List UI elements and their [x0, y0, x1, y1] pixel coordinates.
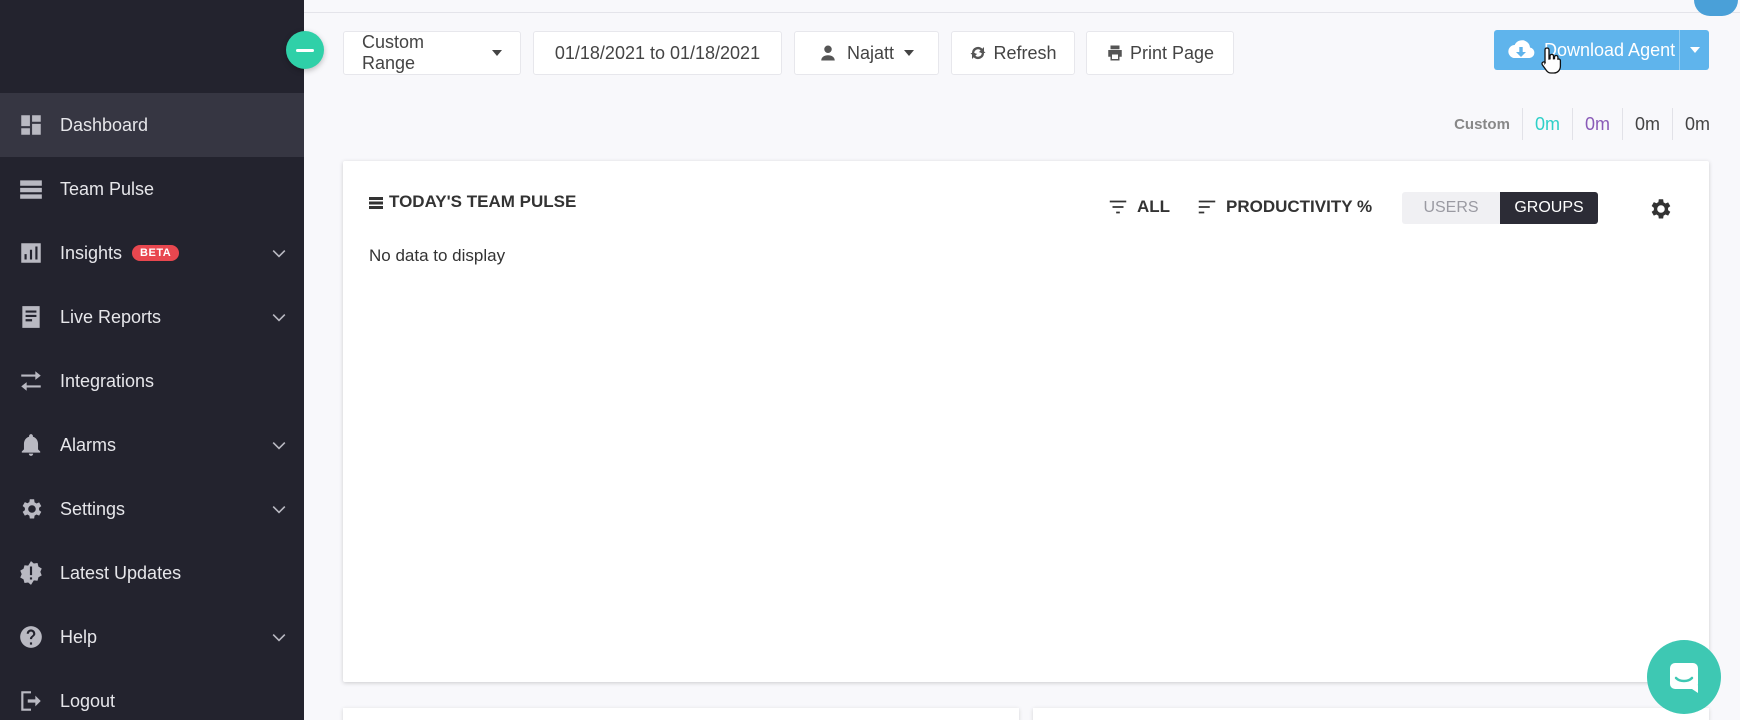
sort-icon	[1198, 200, 1216, 214]
team-pulse-title-text: TODAY'S TEAM PULSE	[389, 192, 577, 211]
sidebar-item-insights[interactable]: Insights BETA	[0, 221, 304, 285]
caret-down-icon	[1689, 47, 1700, 53]
range-label: Custom Range	[362, 32, 425, 73]
date-range-value: 01/18/2021 to 01/18/2021	[554, 42, 761, 63]
team-pulse-icon	[18, 176, 44, 202]
beta-badge: BETA	[132, 245, 180, 261]
time-summary: Custom 0m 0m 0m 0m	[1454, 108, 1722, 140]
time-summary-label: Custom	[1454, 115, 1510, 133]
user-icon	[819, 44, 837, 62]
empty-state-message: No data to display	[369, 246, 506, 265]
sidebar-item-label: Team Pulse	[60, 178, 155, 199]
refresh-button[interactable]: Refresh	[951, 31, 1075, 75]
caret-down-icon	[492, 50, 502, 56]
sidebar-logo-area	[0, 0, 304, 93]
chevron-down-icon[interactable]	[270, 436, 288, 454]
chevron-down-icon[interactable]	[270, 500, 288, 518]
sidebar-item-integrations[interactable]: Integrations	[0, 349, 304, 413]
sidebar-item-label: Live Reports	[60, 306, 162, 327]
printer-icon	[1106, 44, 1124, 62]
toggle-groups[interactable]: GROUPS	[1500, 192, 1598, 224]
sidebar-item-live-reports[interactable]: Live Reports	[0, 285, 304, 349]
time-value-productive: 0m	[1521, 108, 1572, 140]
help-icon	[18, 624, 44, 650]
sidebar-item-label: Logout	[60, 690, 116, 711]
user-label: Najatt	[846, 42, 895, 63]
bell-icon	[18, 432, 44, 458]
sidebar-item-label: Insights	[60, 242, 123, 263]
sidebar-item-help[interactable]: Help	[0, 605, 304, 669]
sidebar-item-label: Settings	[60, 498, 126, 519]
sort-productivity-control[interactable]: PRODUCTIVITY %	[1196, 195, 1372, 219]
print-label: Print Page	[1129, 42, 1215, 63]
sidebar-item-latest-updates[interactable]: Latest Updates	[0, 541, 304, 605]
users-groups-toggle: USERS GROUPS	[1402, 192, 1598, 224]
list-icon	[369, 195, 383, 209]
live-reports-icon	[18, 304, 44, 330]
sidebar: Dashboard Team Pulse Insights BETA Live …	[0, 0, 304, 720]
filter-all-label: ALL	[1137, 197, 1171, 216]
filter-all-control[interactable]: ALL	[1107, 195, 1170, 219]
cloud-download-icon	[1506, 38, 1536, 62]
insights-icon	[18, 240, 44, 266]
lower-card-right	[1033, 708, 1709, 720]
toggle-users[interactable]: USERS	[1402, 192, 1500, 224]
user-dropdown[interactable]: Najatt	[794, 31, 939, 75]
sidebar-item-dashboard[interactable]: Dashboard	[0, 93, 304, 157]
print-page-button[interactable]: Print Page	[1086, 31, 1234, 75]
lower-card-left	[343, 708, 1019, 720]
integrations-icon	[18, 368, 44, 394]
sidebar-collapse-button[interactable]	[286, 31, 324, 69]
sidebar-item-label: Alarms	[60, 434, 117, 455]
logout-icon	[18, 688, 44, 714]
sidebar-item-alarms[interactable]: Alarms	[0, 413, 304, 477]
hand-cursor-icon	[1541, 47, 1562, 74]
dashboard-icon	[18, 112, 44, 138]
minus-icon	[296, 48, 314, 52]
refresh-label: Refresh	[993, 42, 1057, 63]
chevron-down-icon[interactable]	[270, 308, 288, 326]
avatar[interactable]	[1694, 0, 1738, 16]
download-agent-button[interactable]: Download Agent	[1494, 30, 1709, 70]
refresh-icon	[969, 44, 987, 62]
sidebar-item-label: Help	[60, 626, 98, 647]
gear-icon[interactable]	[1647, 196, 1673, 222]
gear-icon	[18, 496, 44, 522]
range-dropdown[interactable]: Custom Range	[343, 31, 521, 75]
sidebar-item-label: Dashboard	[60, 114, 149, 135]
download-options-toggle[interactable]	[1679, 30, 1709, 70]
sidebar-item-logout[interactable]: Logout	[0, 669, 304, 720]
filter-icon	[1109, 200, 1127, 214]
sort-productivity-label: PRODUCTIVITY %	[1226, 197, 1373, 216]
chat-widget-button[interactable]	[1647, 640, 1721, 714]
caret-down-icon	[904, 50, 915, 56]
team-pulse-card: TODAY'S TEAM PULSE ALL PRODUCTIVITY % US…	[343, 161, 1709, 682]
chat-icon	[1670, 663, 1698, 693]
header-divider	[304, 0, 1740, 16]
team-pulse-title: TODAY'S TEAM PULSE	[369, 192, 576, 212]
chevron-down-icon[interactable]	[270, 628, 288, 646]
time-value-total: 0m	[1671, 108, 1722, 140]
date-range-picker[interactable]: 01/18/2021 to 01/18/2021	[533, 31, 782, 75]
time-value-unproductive: 0m	[1571, 108, 1622, 140]
updates-badge-icon	[18, 560, 44, 586]
sidebar-item-settings[interactable]: Settings	[0, 477, 304, 541]
sidebar-item-team-pulse[interactable]: Team Pulse	[0, 157, 304, 221]
download-agent-label: Download Agent	[1544, 39, 1676, 60]
sidebar-item-label: Latest Updates	[60, 562, 182, 583]
time-value-neutral: 0m	[1621, 108, 1672, 140]
sidebar-item-label: Integrations	[60, 370, 155, 391]
chevron-down-icon[interactable]	[270, 244, 288, 262]
